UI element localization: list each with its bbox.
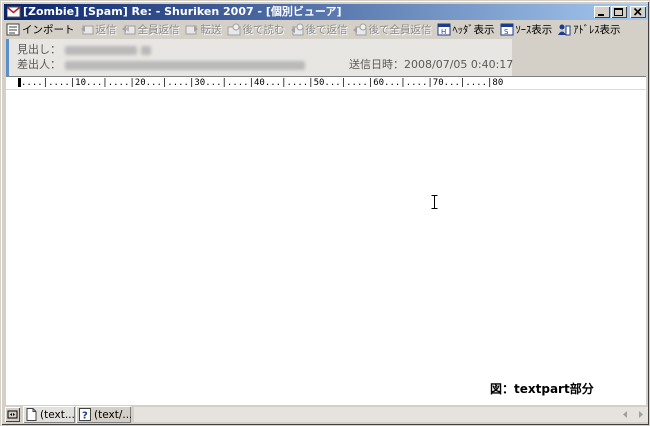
toolbar: インポート 返信 全員返信 転送 後で読む 後で返信 後で全員返信 H ﾍｯﾀﾞ xyxy=(4,21,648,38)
reply-all-icon xyxy=(121,25,135,35)
header-view-label: ﾍｯﾀﾞ表示 xyxy=(452,24,495,36)
reply-label: 返信 xyxy=(95,24,117,36)
app-icon xyxy=(7,6,21,18)
close-icon xyxy=(633,7,642,16)
source-view-button[interactable]: S ｿｰｽ表示 xyxy=(498,21,556,38)
horizontal-scrollbar[interactable] xyxy=(134,407,648,422)
sender-value-redacted xyxy=(65,60,305,70)
document-icon xyxy=(26,408,37,421)
tab-textpart-1[interactable]: (text... xyxy=(23,406,75,423)
forward-label: 転送 xyxy=(200,24,222,36)
reply-all-later-label: 後で全員返信 xyxy=(368,24,432,36)
scroll-left-icon[interactable] xyxy=(618,407,633,422)
header-view-icon: H xyxy=(437,23,450,36)
import-icon xyxy=(6,23,20,36)
reply-button[interactable]: 返信 xyxy=(78,21,120,38)
reply-all-later-icon xyxy=(352,23,366,36)
subject-value-redacted xyxy=(65,45,137,55)
read-later-label: 後で読む xyxy=(242,24,285,36)
figure-caption: 図：textpart部分 xyxy=(490,382,594,396)
sent-date-value: 2008/07/05 0:40:17 xyxy=(404,58,514,71)
attachment-tab-bar: (text... ? (text/... xyxy=(4,405,648,424)
column-ruler: ....|....|10...|....|20...|....|30...|..… xyxy=(6,76,646,90)
source-view-label: ｿｰｽ表示 xyxy=(515,24,553,36)
reply-all-later-button[interactable]: 後で全員返信 xyxy=(351,21,435,38)
textpart-body[interactable]: 図：textpart部分 xyxy=(6,89,646,405)
reply-icon xyxy=(80,25,93,35)
import-label: インポート xyxy=(22,24,75,36)
forward-button[interactable]: 転送 xyxy=(183,21,225,38)
import-button[interactable]: インポート xyxy=(4,21,78,38)
tab-label-1: (text... xyxy=(40,408,75,421)
reply-later-button[interactable]: 後で返信 xyxy=(288,21,351,38)
title-bar[interactable]: [Zombie] [Spam] Re: - Shuriken 2007 - [個… xyxy=(4,4,648,20)
sender-label: 差出人： xyxy=(17,58,61,71)
minimize-button[interactable] xyxy=(594,6,610,18)
minimize-icon xyxy=(598,14,604,16)
forward-icon xyxy=(185,25,198,35)
svg-text:?: ? xyxy=(82,411,88,422)
address-view-icon xyxy=(558,24,571,36)
text-cursor-icon xyxy=(431,195,438,209)
address-view-button[interactable]: ｱﾄﾞﾚｽ表示 xyxy=(555,21,623,38)
reply-later-icon xyxy=(290,23,303,36)
source-view-icon: S xyxy=(500,23,513,36)
scroll-right-icon[interactable] xyxy=(633,407,648,422)
reply-all-label: 全員返信 xyxy=(137,24,180,36)
ruler-scale: ....|....|10...|....|20...|....|30...|..… xyxy=(21,78,504,88)
subject-label: 見出し： xyxy=(17,43,61,56)
help-icon: ? xyxy=(79,408,91,421)
reply-all-button[interactable]: 全員返信 xyxy=(120,21,183,38)
tab-nav-icon xyxy=(7,410,18,419)
tab-label-2: (text/... xyxy=(94,408,131,421)
window-title: [Zombie] [Spam] Re: - Shuriken 2007 - [個… xyxy=(23,5,342,18)
address-view-label: ｱﾄﾞﾚｽ表示 xyxy=(573,24,621,36)
tab-nav-button[interactable] xyxy=(5,407,20,422)
sent-date-label: 送信日時： xyxy=(349,58,404,71)
header-view-button[interactable]: H ﾍｯﾀﾞ表示 xyxy=(435,21,498,38)
read-later-icon xyxy=(227,23,240,36)
reply-later-label: 後で返信 xyxy=(305,24,348,36)
message-header-pane: 見出し： 差出人： 送信日時：2008/07/05 0:40:17 xyxy=(6,39,514,76)
subject-value-redacted-part xyxy=(141,45,151,55)
viewer-window: [Zombie] [Spam] Re: - Shuriken 2007 - [個… xyxy=(0,0,650,426)
svg-text:H: H xyxy=(441,28,446,36)
maximize-icon xyxy=(614,8,623,16)
read-later-button[interactable]: 後で読む xyxy=(225,21,288,38)
tab-textpart-2[interactable]: ? (text/... xyxy=(76,406,131,423)
maximize-button[interactable] xyxy=(611,6,627,18)
svg-text:S: S xyxy=(504,28,509,36)
close-button[interactable] xyxy=(630,6,646,18)
